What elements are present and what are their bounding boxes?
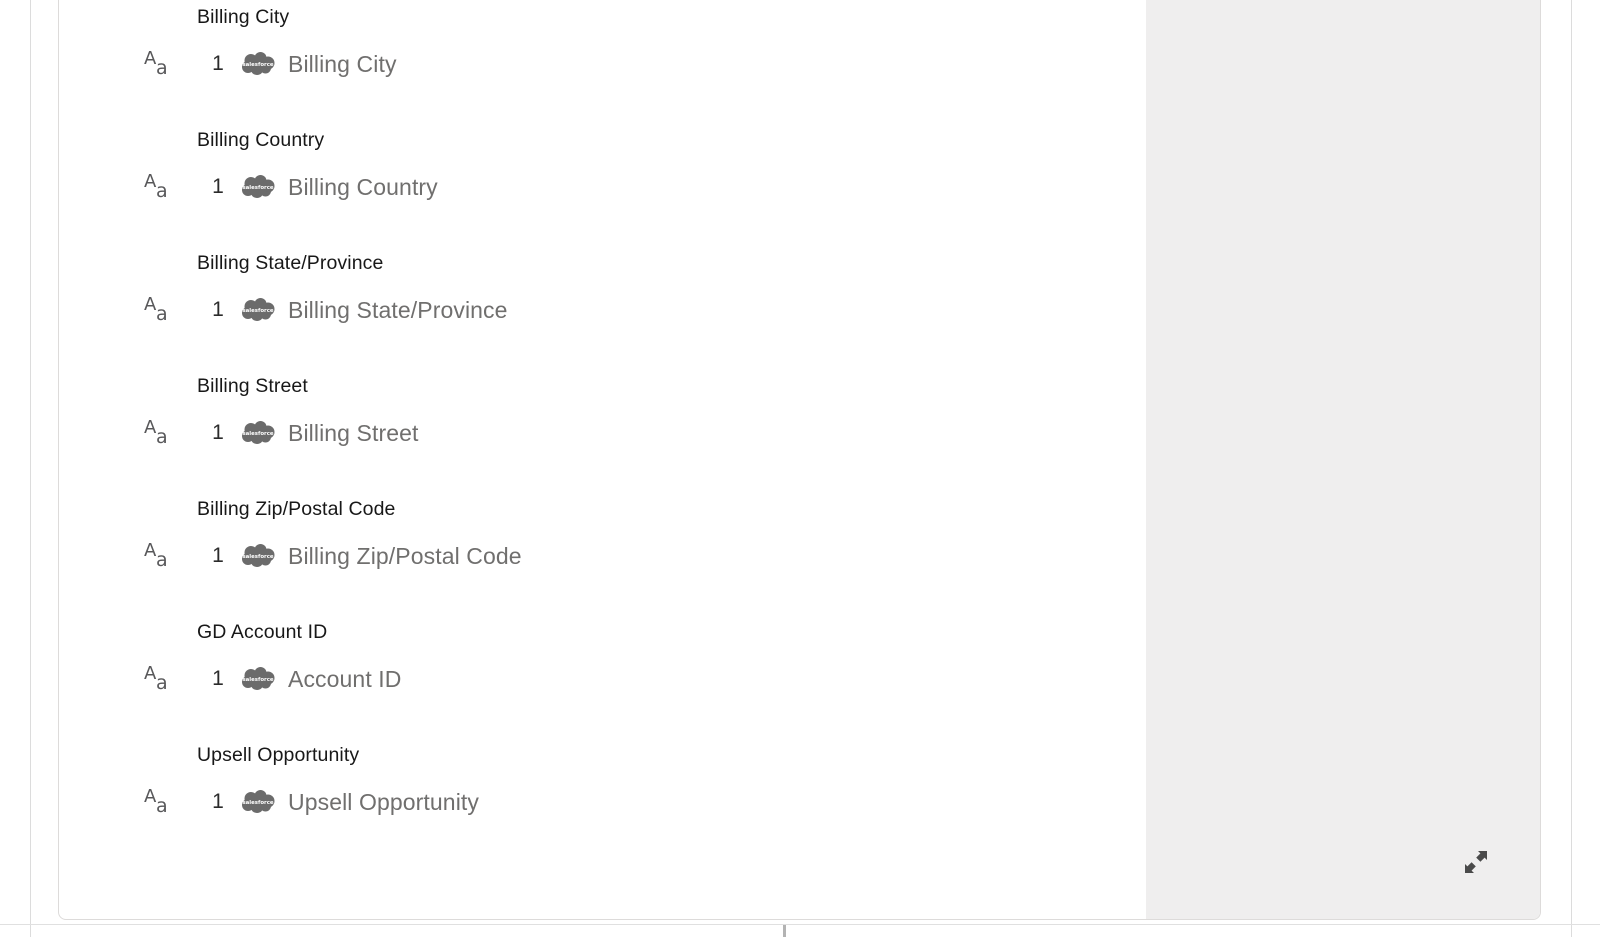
- type-icon-lower-a: a: [156, 426, 168, 448]
- type-icon-upper-a: A: [144, 663, 157, 684]
- mapping-row[interactable]: GD Account ID A a 1 salesforce Account I…: [59, 616, 1148, 739]
- salesforce-cloud-icon: salesforce: [240, 543, 276, 569]
- mapping-row[interactable]: Upsell Opportunity A a 1 salesforce Upse…: [59, 739, 1148, 862]
- mapping-source-field: Account ID: [288, 665, 402, 692]
- mapping-source-field: Billing Zip/Postal Code: [288, 542, 522, 569]
- mapping-count: 1: [212, 544, 224, 567]
- mapping-target-label: Billing Street: [197, 375, 308, 397]
- type-icon-lower-a: a: [156, 672, 168, 694]
- svg-text:salesforce: salesforce: [242, 185, 273, 191]
- mapping-source-line[interactable]: A a 1 sale: [143, 172, 438, 202]
- type-icon-lower-a: a: [156, 795, 168, 817]
- text-type-icon: A a: [143, 664, 173, 694]
- mapping-source-line[interactable]: A a 1 sale: [143, 541, 522, 571]
- text-type-icon: A a: [143, 172, 173, 202]
- field-mapping-list: Billing City A a 1 salesforce Billing Ci…: [59, 1, 1148, 862]
- mapping-target-label: GD Account ID: [197, 621, 328, 643]
- salesforce-cloud-icon: salesforce: [240, 174, 276, 200]
- salesforce-cloud-icon: salesforce: [240, 297, 276, 323]
- mapping-row[interactable]: Billing City A a 1 salesforce Billing Ci…: [59, 1, 1148, 124]
- preview-pane: [1146, 0, 1540, 919]
- app-right-rule: [1571, 0, 1572, 937]
- app-left-rule: [30, 0, 31, 937]
- mapping-source-line[interactable]: A a 1 sale: [143, 787, 479, 817]
- text-type-icon: A a: [143, 49, 173, 79]
- text-type-icon: A a: [143, 541, 173, 571]
- mapping-source-line[interactable]: A a 1 sale: [143, 295, 508, 325]
- text-type-icon: A a: [143, 787, 173, 817]
- mapping-target-label: Upsell Opportunity: [197, 744, 360, 766]
- mapping-target-label: Billing Zip/Postal Code: [197, 498, 396, 520]
- mapping-target-label: Billing City: [197, 6, 290, 28]
- mapping-count: 1: [212, 421, 224, 444]
- salesforce-cloud-icon: salesforce: [240, 666, 276, 692]
- text-type-icon: A a: [143, 418, 173, 448]
- salesforce-cloud-icon: salesforce: [240, 51, 276, 77]
- footer-tick-mark: [783, 925, 786, 937]
- type-icon-upper-a: A: [144, 417, 157, 438]
- mapping-count: 1: [212, 667, 224, 690]
- mapping-source-line[interactable]: A a 1 sale: [143, 664, 402, 694]
- mapping-source-line[interactable]: A a 1 sale: [143, 418, 419, 448]
- mapping-target-label: Billing State/Province: [197, 252, 384, 274]
- mapping-count: 1: [212, 790, 224, 813]
- svg-text:salesforce: salesforce: [242, 308, 273, 314]
- expand-arrows-icon[interactable]: [1462, 848, 1490, 876]
- salesforce-cloud-icon: salesforce: [240, 420, 276, 446]
- type-icon-upper-a: A: [144, 171, 157, 192]
- mapping-source-field: Billing City: [288, 50, 397, 77]
- mapping-row[interactable]: Billing Country A a 1 salesforce Billing…: [59, 124, 1148, 247]
- mapping-row[interactable]: Billing Zip/Postal Code A a 1 salesforce…: [59, 493, 1148, 616]
- svg-text:salesforce: salesforce: [242, 800, 273, 806]
- svg-text:salesforce: salesforce: [242, 677, 273, 683]
- mapping-source-line[interactable]: A a 1 sale: [143, 49, 397, 79]
- type-icon-upper-a: A: [144, 294, 157, 315]
- mapping-target-label: Billing Country: [197, 129, 325, 151]
- mapping-source-field: Billing Street: [288, 419, 419, 446]
- type-icon-upper-a: A: [144, 786, 157, 807]
- mapping-source-field: Billing State/Province: [288, 296, 508, 323]
- mapping-count: 1: [212, 298, 224, 321]
- type-icon-upper-a: A: [144, 540, 157, 561]
- type-icon-lower-a: a: [156, 303, 168, 325]
- type-icon-lower-a: a: [156, 57, 168, 79]
- text-type-icon: A a: [143, 295, 173, 325]
- mapping-count: 1: [212, 52, 224, 75]
- mapping-count: 1: [212, 175, 224, 198]
- svg-text:salesforce: salesforce: [242, 554, 273, 560]
- svg-text:salesforce: salesforce: [242, 62, 273, 68]
- mapping-row[interactable]: Billing State/Province A a 1 salesforce …: [59, 247, 1148, 370]
- type-icon-upper-a: A: [144, 48, 157, 69]
- type-icon-lower-a: a: [156, 549, 168, 571]
- mapping-source-field: Billing Country: [288, 173, 438, 200]
- svg-text:salesforce: salesforce: [242, 431, 273, 437]
- salesforce-cloud-icon: salesforce: [240, 789, 276, 815]
- type-icon-lower-a: a: [156, 180, 168, 202]
- field-mapping-panel: Billing City A a 1 salesforce Billing Ci…: [58, 0, 1541, 920]
- mapping-row[interactable]: Billing Street A a 1 salesforce Billing …: [59, 370, 1148, 493]
- footer-divider: [0, 924, 1600, 925]
- mapping-source-field: Upsell Opportunity: [288, 788, 479, 815]
